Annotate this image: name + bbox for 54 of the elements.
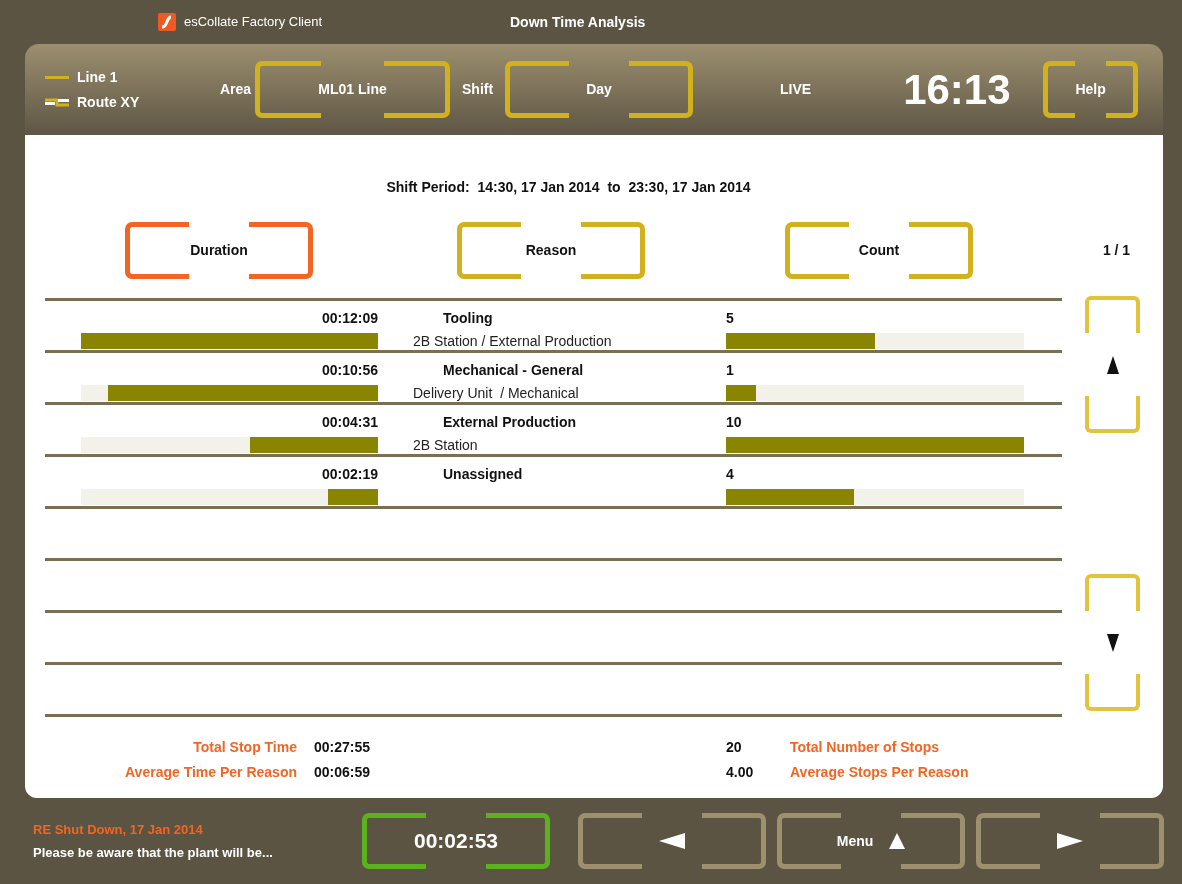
scroll-up-button[interactable]: [1085, 296, 1140, 433]
route-name: Route XY: [77, 92, 140, 112]
duration-value: 00:04:31: [321, 413, 378, 432]
count-value: 4: [726, 465, 735, 484]
menu-button[interactable]: Menu: [777, 813, 965, 869]
duration-value: 00:10:56: [321, 361, 378, 380]
clock: 16:13: [903, 65, 1012, 115]
route-icon: [45, 96, 69, 108]
total-value: 00:06:59: [314, 763, 371, 782]
total-label: Total Stop Time: [192, 738, 297, 757]
total-label: Average Time Per Reason: [124, 763, 297, 782]
next-button[interactable]: [976, 813, 1164, 869]
message-title: RE Shut Down, 17 Jan 2014: [33, 821, 204, 839]
total-value: 20: [726, 738, 743, 757]
total-label: Total Number of Stops: [790, 738, 940, 757]
count-value: 5: [726, 309, 735, 328]
sort-button[interactable]: Count: [785, 222, 973, 279]
total-value: 00:27:55: [314, 738, 371, 757]
area-label: Area: [220, 80, 253, 99]
shift-period: Shift Period: 14:30, 17 Jan 2014 to 23:30, 17 Jan 2014: [385, 178, 752, 197]
logo-icon: [158, 13, 176, 31]
help-button[interactable]: Help: [1043, 61, 1139, 118]
timer-button[interactable]: 00:02:53: [362, 813, 550, 869]
up-arrow-icon: [889, 833, 906, 849]
left-arrow-icon: [659, 833, 685, 849]
page-indicator: 1 / 1: [1101, 241, 1131, 260]
right-arrow-icon: [1057, 833, 1083, 849]
sort-button[interactable]: Duration: [125, 222, 313, 279]
app-name: esCollate Factory Client: [184, 13, 322, 32]
scroll-down-button[interactable]: [1085, 574, 1140, 711]
previous-button[interactable]: [578, 813, 766, 869]
message-text: Please be aware that the plant will be...: [33, 843, 274, 862]
total-value: 4.00: [726, 763, 755, 782]
duration-value: 00:12:09: [321, 309, 378, 328]
count-value: 1: [726, 361, 735, 380]
reason-detail: Delivery Unit / Mechanical: [413, 384, 580, 403]
reason-detail: 2B Station / External Production: [413, 332, 613, 351]
total-label: Average Stops Per Reason: [790, 763, 969, 782]
line-name: Line 1: [77, 67, 118, 87]
screen-title: Down Time Analysis: [510, 12, 646, 32]
reason-name: External Production: [442, 413, 578, 432]
down-arrow-icon: [1106, 633, 1119, 652]
sort-button[interactable]: Reason: [457, 222, 645, 279]
reason-detail: 2B Station: [413, 436, 479, 455]
reason-name: Tooling: [442, 309, 494, 328]
mode-label: LIVE: [780, 80, 812, 99]
duration-value: 00:02:19: [321, 465, 378, 484]
reason-name: Mechanical - General: [442, 361, 585, 380]
shift-label: Shift: [462, 80, 495, 99]
area-selector[interactable]: ML01 Line: [255, 61, 450, 118]
reason-name: Unassigned: [442, 465, 524, 484]
up-arrow-icon: [1106, 355, 1119, 374]
shift-selector[interactable]: Day: [505, 61, 693, 118]
count-value: 10: [726, 413, 743, 432]
